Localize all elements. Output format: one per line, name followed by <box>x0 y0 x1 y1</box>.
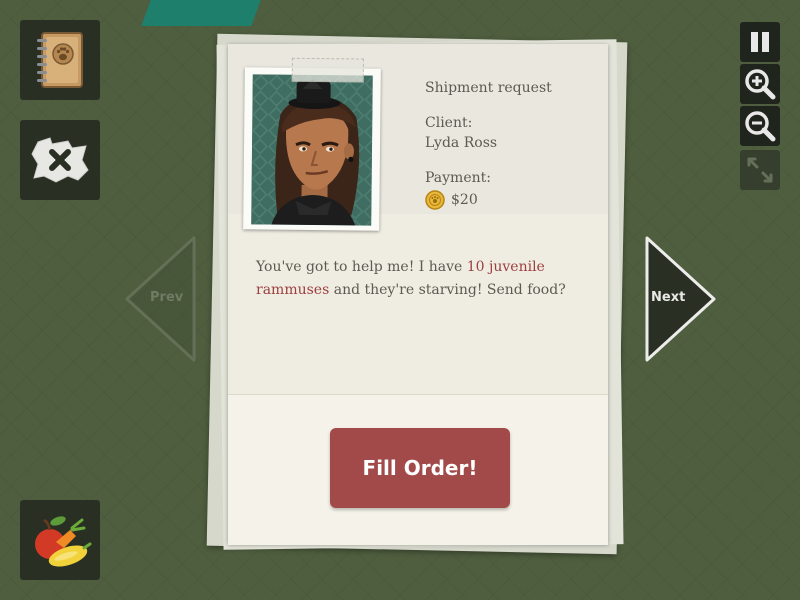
food-icon <box>35 516 92 567</box>
client-avatar <box>251 74 373 226</box>
request-message: You've got to help me! I have 10 juvenil… <box>256 256 586 302</box>
zoom-out-icon <box>745 111 776 142</box>
client-label: Client: <box>425 115 473 131</box>
message-highlight-animal: rammuses <box>256 282 330 298</box>
payment-row: $20 <box>425 190 478 210</box>
zoom-out-button[interactable] <box>740 106 780 146</box>
food-button[interactable] <box>20 500 100 580</box>
message-text-1: You've got to help me! I have <box>256 259 467 275</box>
client-name: Lyda Ross <box>425 135 498 151</box>
payment-amount: $20 <box>451 192 478 208</box>
fullscreen-button[interactable] <box>740 150 780 190</box>
photo-tape <box>291 57 364 83</box>
map-close-button[interactable] <box>20 120 100 200</box>
prev-label: Prev <box>150 290 184 305</box>
fill-order-button[interactable]: Fill Order! <box>330 428 510 508</box>
payment-label: Payment: <box>425 170 491 186</box>
zoom-in-button[interactable] <box>740 64 780 104</box>
request-heading: Shipment request <box>425 80 552 96</box>
message-text-2: and they're starving! Send food? <box>329 282 566 298</box>
pause-icon <box>751 32 769 52</box>
journal-button[interactable] <box>20 20 100 100</box>
next-label: Next <box>651 290 686 305</box>
coin-icon <box>425 190 445 210</box>
fullscreen-icon <box>747 157 773 183</box>
pause-button[interactable] <box>740 22 780 62</box>
map-close-icon <box>31 137 89 183</box>
message-highlight-quantity: 10 juvenile <box>466 259 545 275</box>
top-teal-tab <box>141 0 269 26</box>
journal-icon <box>37 32 83 88</box>
zoom-in-icon <box>745 69 776 100</box>
prev-button[interactable]: Prev <box>124 236 198 368</box>
client-portrait <box>243 57 381 231</box>
next-button[interactable]: Next <box>644 236 718 368</box>
